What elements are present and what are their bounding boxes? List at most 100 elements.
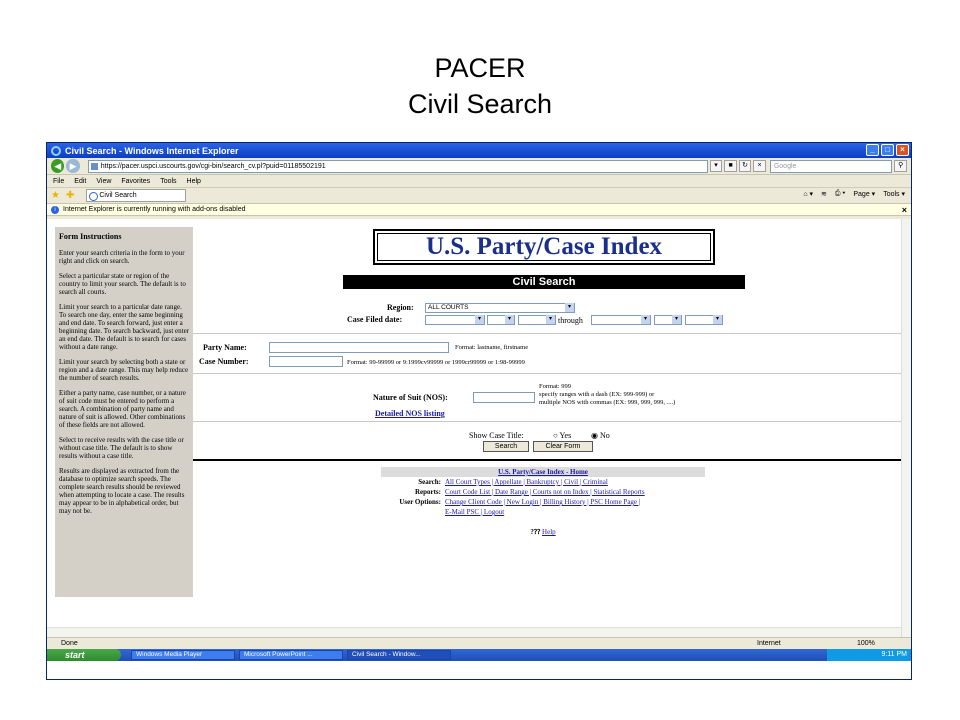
instruction-paragraph: Enter your search criteria in the form t…	[59, 249, 185, 265]
search-form: U.S. Party/Case Index Civil Search Regio…	[193, 219, 901, 627]
browser-screenshot: Civil Search - Windows Internet Explorer…	[46, 142, 912, 680]
instruction-paragraph: Select to receive results with the case …	[59, 436, 184, 460]
page-content: Form Instructions Enter your search crit…	[47, 219, 911, 637]
instruction-paragraph: Limit your search to a particular date r…	[59, 303, 190, 351]
task-powerpoint[interactable]: Microsoft PowerPoint ...	[239, 650, 343, 660]
divider	[193, 333, 901, 334]
menu-favorites[interactable]: Favorites	[121, 178, 150, 185]
nos-format-line1: Format: 999	[539, 383, 571, 390]
search-button[interactable]: Search	[483, 441, 529, 452]
favorites-star-icon[interactable]: ★	[51, 190, 60, 201]
region-select[interactable]: ALL COURTS	[425, 303, 575, 313]
menu-edit[interactable]: Edit	[74, 178, 86, 185]
status-text: Done	[61, 640, 78, 647]
menu-file[interactable]: File	[53, 178, 64, 185]
info-bar[interactable]: i Internet Explorer is currently running…	[47, 204, 911, 216]
party-name-input[interactable]	[269, 342, 449, 353]
divider	[193, 373, 901, 374]
menu-view[interactable]: View	[96, 178, 111, 185]
detailed-nos-link[interactable]: Detailed NOS listing	[375, 409, 445, 418]
address-dropdown-icon[interactable]: ▾	[709, 160, 723, 172]
from-day-select[interactable]	[487, 315, 515, 325]
user-options-links-2[interactable]: E-Mail PSC | Logout	[445, 507, 504, 517]
case-filed-label: Case Filed date:	[347, 315, 403, 324]
system-tray: 9:11 PM	[827, 649, 911, 661]
reports-nav-links[interactable]: Court Code List | Date Range | Courts no…	[445, 487, 645, 497]
add-favorite-icon[interactable]: ✚	[66, 190, 74, 201]
search-input[interactable]: Google	[769, 159, 893, 173]
minimize-button[interactable]: _	[866, 144, 879, 156]
home-icon[interactable]: ⌂ ▾	[803, 190, 813, 198]
divider	[193, 421, 901, 422]
instructions-heading: Form Instructions	[59, 232, 122, 241]
show-title-no-radio[interactable]: ◉ No	[591, 431, 610, 440]
close-info-icon[interactable]: ×	[902, 204, 907, 216]
print-icon[interactable]: ⎙ ▾	[835, 190, 846, 198]
search-nav-links[interactable]: All Court Types | Appellate | Bankruptcy…	[445, 477, 608, 487]
civil-search-heading: Civil Search	[343, 275, 745, 289]
zoom-level[interactable]: 100%	[857, 638, 875, 649]
help-link[interactable]: Help	[542, 528, 556, 536]
footer-nav: U.S. Party/Case Index - Home Search: All …	[381, 467, 705, 537]
maximize-button[interactable]: □	[881, 144, 894, 156]
nos-format-line2: specify ranges with a dash (EX: 999-999)…	[539, 391, 655, 398]
party-name-label: Party Name:	[203, 343, 247, 352]
nos-format-line3: multiple NOS with commas (EX: 999, 999, …	[539, 399, 676, 406]
from-year-select[interactable]	[518, 315, 556, 325]
start-button[interactable]: start	[47, 649, 121, 661]
tab-bar: ★ ✚ Civil Search ⌂ ▾ ≋ ⎙ ▾ Page ▾ Tools …	[47, 188, 911, 204]
search-icon[interactable]: ⚲	[894, 160, 907, 172]
task-civil-search[interactable]: Civil Search - Window...	[347, 650, 451, 660]
to-day-select[interactable]	[654, 315, 682, 325]
to-year-select[interactable]	[685, 315, 723, 325]
lock-icon[interactable]: ■	[724, 160, 737, 172]
show-title-yes-radio[interactable]: ○ Yes	[553, 431, 571, 440]
task-media-player[interactable]: Windows Media Player	[131, 650, 235, 660]
to-month-select[interactable]	[591, 315, 651, 325]
instruction-paragraph: Limit your search by selecting both a st…	[59, 358, 189, 382]
case-number-input[interactable]	[269, 356, 343, 367]
slide-title: PACER Civil Search	[0, 50, 960, 122]
instruction-paragraph: Select a particular state or region of t…	[59, 272, 186, 296]
refresh-icon[interactable]: ↻	[738, 160, 752, 172]
party-case-index-logo: U.S. Party/Case Index	[373, 229, 715, 265]
address-toolbar: ◀ ▶ https://pacer.uspci.uscourts.gov/cgi…	[47, 158, 911, 175]
feeds-icon[interactable]: ≋	[821, 190, 827, 198]
address-input[interactable]: https://pacer.uspci.uscourts.gov/cgi-bin…	[87, 159, 708, 173]
tab-civil-search[interactable]: Civil Search	[86, 189, 187, 202]
help-icon[interactable]: ?⁇	[530, 528, 540, 536]
zone-text: Internet	[757, 640, 781, 647]
taskbar: start Windows Media Player Microsoft Pow…	[47, 649, 911, 661]
close-window-button[interactable]: ×	[896, 144, 909, 156]
menu-tools[interactable]: Tools	[160, 178, 176, 185]
info-bar-text: Internet Explorer is currently running w…	[63, 206, 246, 213]
from-month-select[interactable]	[425, 315, 485, 325]
stop-icon[interactable]: ×	[753, 160, 766, 172]
user-options-links[interactable]: Change Client Code | New Login | Billing…	[445, 497, 640, 507]
ie-icon	[51, 145, 61, 156]
tools-menu[interactable]: Tools ▾	[883, 190, 905, 198]
window-title: Civil Search - Windows Internet Explorer	[65, 145, 239, 156]
nos-input[interactable]	[473, 392, 535, 403]
forward-button[interactable]: ▶	[66, 159, 80, 173]
search-nav-label: Search:	[418, 478, 441, 486]
case-number-format: Format: 99-99999 or 9:1999cv99999 or 199…	[347, 359, 525, 366]
info-icon: i	[51, 206, 59, 214]
reports-nav-label: Reports:	[414, 488, 441, 496]
divider	[193, 459, 901, 461]
menu-help[interactable]: Help	[187, 178, 201, 185]
slide-title-line2: Civil Search	[407, 89, 553, 119]
home-link[interactable]: U.S. Party/Case Index - Home	[381, 467, 705, 477]
status-bar: Done Internet 100%	[47, 637, 911, 649]
menu-bar: File Edit View Favorites Tools Help	[47, 175, 911, 188]
window-titlebar[interactable]: Civil Search - Windows Internet Explorer…	[47, 143, 911, 158]
show-case-title-label: Show Case Title:	[469, 431, 524, 440]
case-number-label: Case Number:	[199, 357, 249, 366]
horizontal-scrollbar[interactable]	[47, 627, 901, 637]
vertical-scrollbar[interactable]	[901, 219, 911, 637]
clock: 9:11 PM	[881, 651, 907, 658]
page-menu[interactable]: Page ▾	[853, 190, 875, 198]
region-label: Region:	[387, 303, 414, 312]
back-button[interactable]: ◀	[51, 159, 65, 173]
clear-form-button[interactable]: Clear Form	[533, 441, 593, 452]
